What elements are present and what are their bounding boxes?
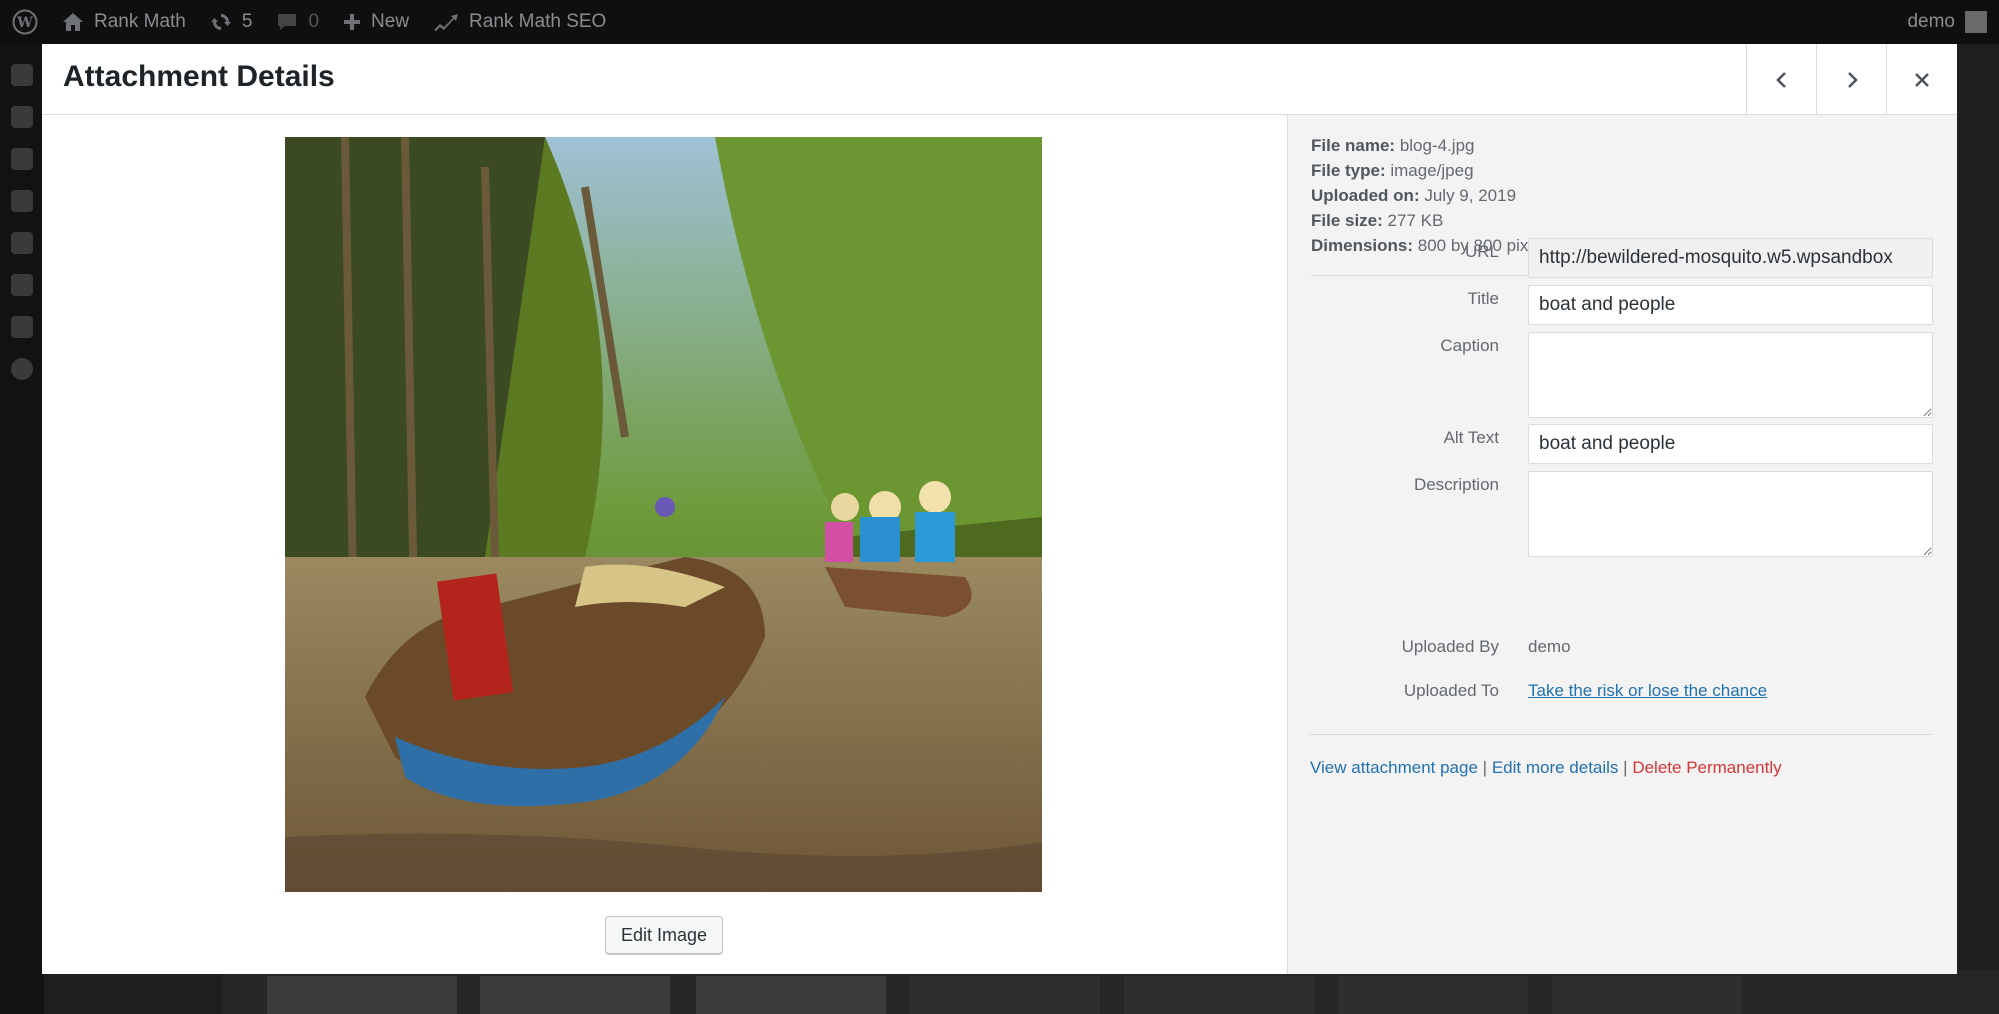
home-icon <box>63 13 83 31</box>
wordpress-logo-menu[interactable]: W <box>0 0 50 44</box>
chevron-right-icon <box>1847 71 1858 88</box>
delete-permanently-link[interactable]: Delete Permanently <box>1632 758 1781 777</box>
comments-count: 0 <box>308 11 320 32</box>
uploaded-by-label: Uploaded By <box>1401 637 1499 656</box>
site-name-menu[interactable]: Rank Math <box>50 0 198 44</box>
modal-title: Attachment Details <box>63 60 335 93</box>
description-label: Description <box>1413 475 1499 494</box>
uploaded-by-value: demo <box>1528 637 1571 656</box>
file-size-label: File size: <box>1311 211 1383 230</box>
url-field[interactable] <box>1528 238 1933 278</box>
media-thumbnail <box>1552 976 1742 1014</box>
comment-icon <box>278 14 297 30</box>
wordpress-logo-icon: W <box>12 9 38 35</box>
close-icon <box>1915 72 1929 87</box>
file-size-value: 277 KB <box>1387 211 1444 230</box>
new-label: New <box>371 11 410 32</box>
file-type-label: File type: <box>1311 161 1386 180</box>
caption-label: Caption <box>1440 336 1499 355</box>
media-thumbnail <box>1124 976 1314 1014</box>
action-separator: | <box>1482 758 1488 777</box>
uploaded-to-link[interactable]: Take the risk or lose the chance <box>1528 681 1767 701</box>
uploaded-on-value: July 9, 2019 <box>1424 186 1517 205</box>
media-thumbnail <box>267 976 457 1014</box>
tools-icon <box>11 106 33 128</box>
comments-menu[interactable]: 0 <box>264 0 331 44</box>
alt-text-field[interactable] <box>1528 424 1933 464</box>
title-field[interactable] <box>1528 285 1933 325</box>
file-size-row: File size: 277 KB <box>1311 208 1550 233</box>
attachment-image <box>285 137 1042 892</box>
actions-divider <box>1310 734 1933 735</box>
chevron-left-icon <box>1775 71 1786 88</box>
uploaded-on-label: Uploaded on: <box>1311 186 1420 205</box>
attachment-actions: View attachment page | Edit more details… <box>1310 758 1782 778</box>
new-content-menu[interactable]: New <box>331 0 421 44</box>
file-name-label: File name: <box>1311 136 1396 155</box>
updates-icon <box>210 14 231 30</box>
plugin-icon <box>11 148 33 170</box>
uploaded-to-label: Uploaded To <box>1403 681 1499 700</box>
collapse-menu-icon <box>11 358 33 380</box>
caption-field[interactable] <box>1528 332 1933 418</box>
admin-bar: W Rank Math 5 0 New Rank Math SEO demo <box>0 0 1999 44</box>
url-label: URL <box>1464 242 1499 261</box>
previous-attachment-button[interactable] <box>1746 44 1816 115</box>
boat-photo-image <box>285 137 1042 892</box>
title-label: Title <box>1467 289 1500 308</box>
rank-math-seo-label: Rank Math SEO <box>469 11 607 32</box>
media-library-grid <box>222 970 1999 1014</box>
close-modal-button[interactable] <box>1886 44 1957 115</box>
settings-icon <box>11 190 33 212</box>
view-attachment-page-link[interactable]: View attachment page <box>1310 758 1478 777</box>
media-thumbnail <box>480 976 670 1014</box>
updates-count: 5 <box>241 11 253 32</box>
file-type-value: image/jpeg <box>1390 161 1474 180</box>
alt-text-label: Alt Text <box>1443 428 1499 447</box>
svg-text:W: W <box>16 15 33 31</box>
modal-header: Attachment Details <box>42 44 1957 115</box>
edit-more-details-link[interactable]: Edit more details <box>1492 758 1619 777</box>
rank-math-seo-menu[interactable]: Rank Math SEO <box>421 0 618 44</box>
edit-image-button[interactable]: Edit Image <box>605 916 723 954</box>
my-account-menu[interactable]: demo <box>1907 11 1999 33</box>
lms-icon <box>11 274 33 296</box>
site-name: Rank Math <box>94 11 186 32</box>
file-name-row: File name: blog-4.jpg <box>1311 133 1550 158</box>
rank-math-icon <box>434 14 459 31</box>
action-separator: | <box>1623 758 1628 777</box>
plus-icon <box>344 14 361 30</box>
attachment-details-modal: Attachment Details Edit Image File name:… <box>42 44 1957 974</box>
attachment-media-view: Edit Image <box>42 115 1287 974</box>
file-name-value: blog-4.jpg <box>1399 136 1475 155</box>
users-icon <box>11 64 33 86</box>
user-name: demo <box>1907 11 1955 32</box>
file-details: File name: blog-4.jpg File type: image/j… <box>1311 133 1550 258</box>
media-thumbnail <box>910 976 1100 1014</box>
next-attachment-button[interactable] <box>1816 44 1886 115</box>
admin-side-menu <box>0 44 44 1014</box>
media-thumbnail <box>1338 976 1528 1014</box>
rank-math-side-icon <box>11 232 33 254</box>
uploaded-on-row: Uploaded on: July 9, 2019 <box>1311 183 1550 208</box>
woocommerce-icon <box>11 316 33 338</box>
media-thumbnail <box>696 976 886 1014</box>
description-field[interactable] <box>1528 471 1933 557</box>
updates-menu[interactable]: 5 <box>198 0 265 44</box>
avatar <box>1965 11 1987 33</box>
file-type-row: File type: image/jpeg <box>1311 158 1550 183</box>
